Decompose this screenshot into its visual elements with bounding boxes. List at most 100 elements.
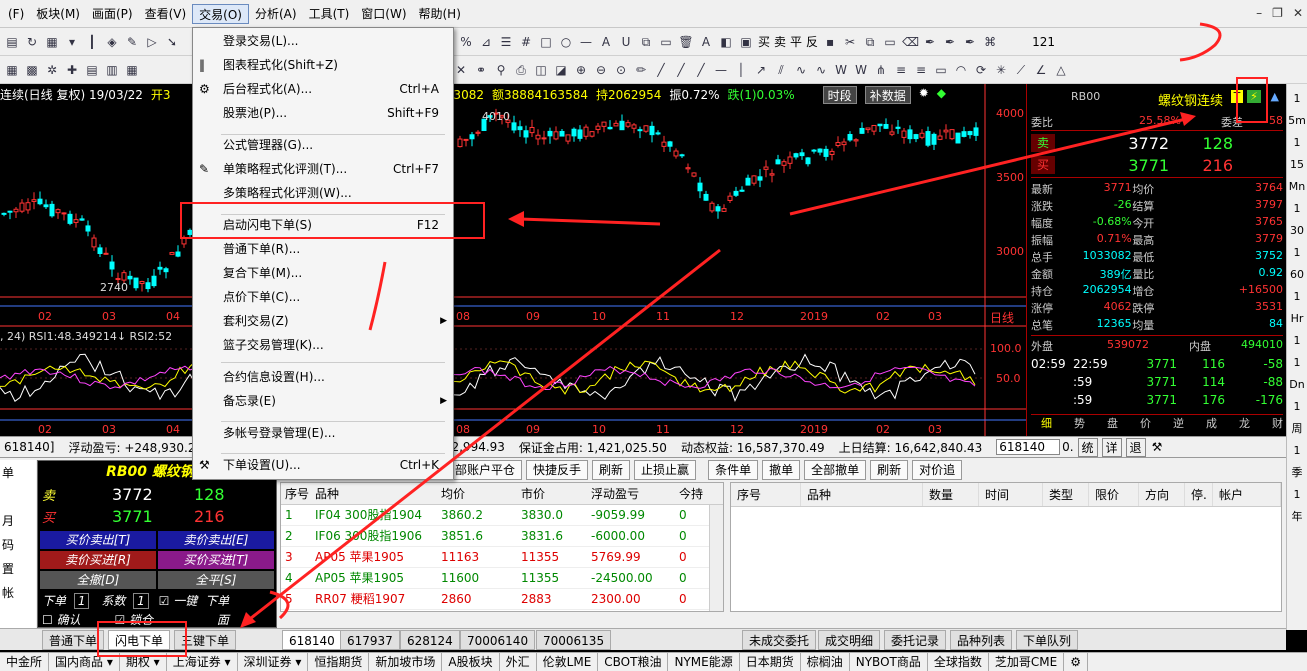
up-icon[interactable]: ▲ (1271, 90, 1279, 103)
col-header[interactable]: 停. (1185, 483, 1213, 506)
market-tab[interactable]: 深圳证券 ▾ (238, 653, 309, 671)
col-header[interactable]: 数量 (923, 483, 979, 506)
tab-flash-order[interactable]: 闪电下单 (108, 630, 171, 650)
market-tab[interactable]: 日本期货 (740, 653, 801, 671)
find-icon[interactable]: ⚲ (493, 62, 509, 78)
tab-order-history[interactable]: 委托记录 (884, 630, 947, 650)
market-tab[interactable]: 全球指数 (928, 653, 989, 671)
restore-icon[interactable]: ❐ (1272, 6, 1283, 20)
period-button[interactable]: 1 (1294, 398, 1301, 416)
pencil-icon[interactable]: ✏ (633, 62, 649, 78)
refresh-orders-button[interactable]: 刷新 (870, 460, 909, 480)
flash-order-icon[interactable]: ⚡ (1247, 90, 1261, 103)
zoom-icon[interactable]: ⊙ (613, 62, 629, 78)
menu-item[interactable]: 备忘录(E) ▶ (193, 389, 453, 413)
minimize-icon[interactable]: – (1256, 6, 1262, 20)
menu-item[interactable]: 登录交易(L)... (193, 29, 453, 53)
zoom-in-icon[interactable]: ⊕ (573, 62, 589, 78)
chase-price-button[interactable]: 对价追 (912, 460, 963, 480)
col-header[interactable]: 品种 (315, 483, 441, 504)
market-tab[interactable]: 伦敦LME (537, 653, 599, 671)
cycle-icon[interactable]: ⟳ (973, 62, 989, 78)
wave1-icon[interactable]: ∿ (793, 62, 809, 78)
period-button[interactable]: 1 (1294, 288, 1301, 306)
col-header[interactable]: 类型 (1043, 483, 1089, 506)
eraser-icon[interactable]: ⌫ (902, 34, 919, 50)
quote-tab[interactable]: 势 (1074, 415, 1085, 434)
period-button[interactable]: 1 (1294, 354, 1301, 372)
layout-icon[interactable]: ▣ (738, 34, 754, 50)
menu-trade[interactable]: 交易(O) (192, 3, 249, 24)
copy2-icon[interactable]: ⧉ (862, 34, 878, 50)
menu-item[interactable]: ⚙ 后台程式化(A)... Ctrl+A (193, 77, 453, 101)
period-button[interactable]: 5m (1288, 112, 1306, 130)
chart-icon[interactable]: ▤ (4, 34, 20, 50)
tab-account-70006140[interactable]: 70006140 (460, 630, 536, 650)
wave4-icon[interactable]: W (853, 62, 869, 78)
menu-file[interactable]: (F) (2, 4, 30, 24)
pen2-icon[interactable]: ✒ (942, 34, 958, 50)
play-icon[interactable]: ▷ (144, 34, 160, 50)
period-button[interactable]: 1 (1294, 332, 1301, 350)
period-button[interactable]: 1 (1294, 90, 1301, 108)
arc-icon[interactable]: ◠ (953, 62, 969, 78)
color-grid-icon[interactable]: ▩ (24, 62, 40, 78)
period-button[interactable]: 1 (1294, 200, 1301, 218)
menu-item[interactable]: 普通下单(R)... (193, 237, 453, 261)
flash-buy-price[interactable]: 3771 (112, 507, 153, 526)
close-all-button[interactable]: 全平[S] (158, 571, 274, 589)
edit-icon[interactable]: ✎ (124, 34, 140, 50)
paste2-icon[interactable]: ▭ (882, 34, 898, 50)
menu-view-page[interactable]: 画面(P) (86, 4, 139, 24)
layer-icon[interactable]: ◫ (533, 62, 549, 78)
col-header[interactable]: 今持 (679, 483, 719, 504)
menu-item[interactable]: 点价下单(C)... (193, 285, 453, 309)
quote-tab[interactable]: 成 (1206, 415, 1217, 434)
grid2-icon[interactable]: # (518, 34, 534, 50)
cancel-all-orders-button[interactable]: 全部撤单 (804, 460, 867, 480)
table-row[interactable]: 2 IF06 300股指1906 3851.6 3831.6 -6000.00 0 (281, 526, 723, 547)
sell-button[interactable]: 卖 (774, 33, 786, 50)
menu-item[interactable]: 复合下单(M)... (193, 261, 453, 285)
copy-icon[interactable]: ⧉ (638, 34, 654, 50)
period-button[interactable]: 周 (1292, 420, 1303, 438)
factor-qty[interactable]: 1 (133, 593, 149, 609)
account-select[interactable]: 618140 (996, 439, 1061, 455)
period-button[interactable]: 1 (1294, 486, 1301, 504)
table-row[interactable]: 4 AP05 苹果1905 11600 11355 -24500.00 0 (281, 568, 723, 589)
buy-button[interactable]: 买 (758, 33, 770, 50)
one-key-checkbox[interactable]: ☑ (159, 594, 170, 608)
period-button[interactable]: 时段 (822, 86, 857, 104)
magnet-icon[interactable]: U (618, 34, 634, 50)
market-tab[interactable]: 中金所 (0, 653, 50, 671)
menu-item[interactable]: ✎ 单策略程式化评测(T)... Ctrl+F7 (193, 157, 453, 181)
menu-item[interactable]: 套利交易(Z) ▶ (193, 309, 453, 333)
market-tab[interactable]: A股板块 (442, 653, 500, 671)
diamond-icon[interactable]: ◈ (104, 34, 120, 50)
tab-symbol-list[interactable]: 品种列表 (950, 630, 1013, 650)
scale-icon[interactable]: ⊿ (478, 34, 494, 50)
rect-icon[interactable]: ▭ (933, 62, 949, 78)
gear-icon[interactable]: ⚙ (1064, 653, 1088, 671)
cancel-all-button[interactable]: 全撤[D] (40, 571, 156, 589)
cut-icon[interactable]: ✂ (842, 34, 858, 50)
period-button[interactable]: 1 (1294, 442, 1301, 460)
reverse-button[interactable]: 反 (806, 33, 818, 50)
detail-button[interactable]: 详 (1101, 437, 1122, 457)
menu-analysis[interactable]: 分析(A) (249, 4, 303, 24)
period-button[interactable]: Hr (1291, 310, 1304, 328)
market-tab[interactable]: 新加坡市场 (369, 653, 443, 671)
speed-icon[interactable]: ⟋ (1013, 62, 1029, 78)
menu-tools[interactable]: 工具(T) (303, 4, 356, 24)
year-field[interactable]: 121 (1032, 35, 1055, 49)
market-tab[interactable]: 上海证券 ▾ (167, 653, 238, 671)
tab-normal-order[interactable]: 普通下单 (42, 630, 105, 650)
lock-checkbox[interactable]: ☑ (114, 613, 125, 627)
flash-sell-price[interactable]: 3772 (112, 485, 153, 504)
stop-loss-button[interactable]: 止损止赢 (634, 460, 697, 480)
pen-icon[interactable]: ✒ (922, 34, 938, 50)
text-icon[interactable]: A (598, 34, 614, 50)
t-icon[interactable]: T (1231, 90, 1243, 103)
menu-item[interactable]: ‖ 图表程式化(Shift+Z) (193, 53, 453, 77)
menu-help[interactable]: 帮助(H) (413, 4, 467, 24)
